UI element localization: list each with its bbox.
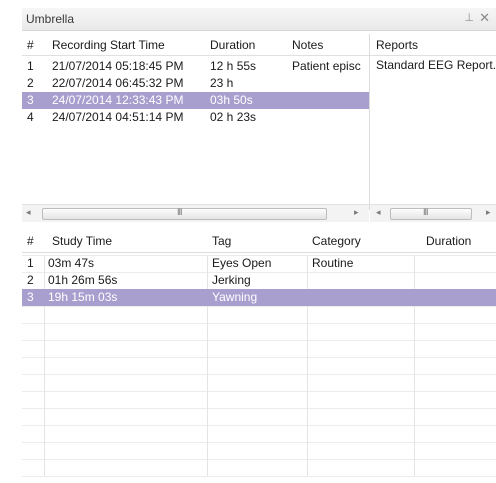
recordings-header-notes[interactable]: Notes	[292, 38, 323, 52]
window-title-bar: Umbrella ⊥ ✕	[22, 8, 496, 31]
recording-duration-cell: 03h 50s	[210, 93, 253, 107]
scroll-right-icon[interactable]: ▸	[486, 207, 491, 218]
grid-line	[22, 425, 496, 426]
grid-line	[22, 391, 496, 392]
grid-line	[22, 442, 496, 443]
studies-header-num[interactable]: #	[27, 234, 34, 248]
recordings-header-start[interactable]: Recording Start Time	[52, 38, 165, 52]
recording-start-cell: 24/07/2014 12:33:43 PM	[52, 93, 184, 107]
recording-duration-cell: 12 h 55s	[210, 59, 257, 73]
scroll-thumb[interactable]: III	[390, 207, 472, 220]
table-row[interactable]: 3 24/07/2014 12:33:43 PM 03h 50s	[22, 92, 370, 109]
grid-line	[22, 459, 496, 460]
recordings-hscrollbar[interactable]: ◂ III ▸	[22, 204, 369, 222]
study-time-cell: 19h 15m 03s	[48, 290, 118, 304]
grid-line	[22, 476, 496, 477]
scroll-right-icon[interactable]: ▸	[354, 207, 359, 218]
close-icon[interactable]: ✕	[479, 10, 490, 26]
recordings-header-num[interactable]: #	[27, 38, 34, 52]
study-tag-cell: Eyes Open	[212, 256, 272, 270]
table-row[interactable]: 3 19h 15m 03s Yawning	[22, 289, 496, 306]
recording-start-cell: 24/07/2014 04:51:14 PM	[52, 110, 184, 124]
table-row[interactable]: 4 24/07/2014 04:51:14 PM 02 h 23s	[22, 109, 370, 126]
recordings-table: # Recording Start Time Duration Notes 12…	[22, 34, 370, 204]
reports-hscrollbar[interactable]: ◂ III ▸	[370, 204, 496, 222]
grip-icon: III	[177, 207, 182, 217]
reports-header[interactable]: Reports	[376, 38, 418, 52]
studies-header-duration[interactable]: Duration	[426, 234, 471, 248]
study-num-cell: 1	[27, 256, 34, 270]
grid-line	[22, 306, 496, 307]
grid-line	[22, 340, 496, 341]
study-category-cell: Routine	[312, 256, 354, 270]
pin-icon[interactable]: ⊥	[464, 11, 474, 24]
grid-line	[22, 323, 496, 324]
recording-notes-cell: Patient episc	[292, 59, 361, 73]
recording-start-cell: 21/07/2014 05:18:45 PM	[52, 59, 184, 73]
reports-table: Reports Standard EEG Report.	[370, 34, 496, 204]
grid-line	[22, 357, 496, 358]
grid-line	[22, 374, 496, 375]
study-num-cell: 2	[27, 273, 34, 287]
study-num-cell: 3	[27, 290, 34, 304]
recording-num-cell: 3	[27, 93, 34, 107]
recording-num-cell: 1	[27, 59, 34, 73]
recording-duration-cell: 02 h 23s	[210, 110, 257, 124]
table-row[interactable]: 1 21/07/2014 05:18:45 PM 12 h 55s Patient e…	[22, 58, 370, 75]
table-row[interactable]: 1 03m 47s Eyes Open Routine	[22, 255, 496, 272]
studies-header-time[interactable]: Study Time	[52, 234, 112, 248]
study-tag-cell: Yawning	[212, 290, 258, 304]
recording-start-cell: 22/07/2014 06:45:32 PM	[52, 76, 184, 90]
study-time-cell: 03m 47s	[48, 256, 95, 270]
recordings-header-duration[interactable]: Duration	[210, 38, 255, 52]
table-row[interactable]: 2 22/07/2014 06:45:32 PM 23 h	[22, 75, 370, 92]
study-time-cell: 01h 26m 56s	[48, 273, 118, 287]
recording-num-cell: 2	[27, 76, 34, 90]
recording-duration-cell: 23 h	[210, 76, 234, 90]
window-title: Umbrella	[26, 12, 75, 26]
table-row[interactable]: 2 01h 26m 56s Jerking	[22, 272, 496, 289]
studies-table: # Study Time Tag Category Duration 1 03m …	[22, 228, 496, 483]
report-item[interactable]: Standard EEG Report.	[376, 58, 496, 72]
grip-icon: III	[423, 207, 428, 217]
scroll-thumb[interactable]: III	[42, 207, 327, 220]
scroll-left-icon[interactable]: ◂	[376, 207, 381, 218]
scroll-left-icon[interactable]: ◂	[26, 207, 31, 218]
study-tag-cell: Jerking	[212, 273, 251, 287]
recording-num-cell: 4	[27, 110, 34, 124]
studies-header-tag[interactable]: Tag	[212, 234, 231, 248]
grid-line	[22, 408, 496, 409]
studies-header-category[interactable]: Category	[312, 234, 361, 248]
